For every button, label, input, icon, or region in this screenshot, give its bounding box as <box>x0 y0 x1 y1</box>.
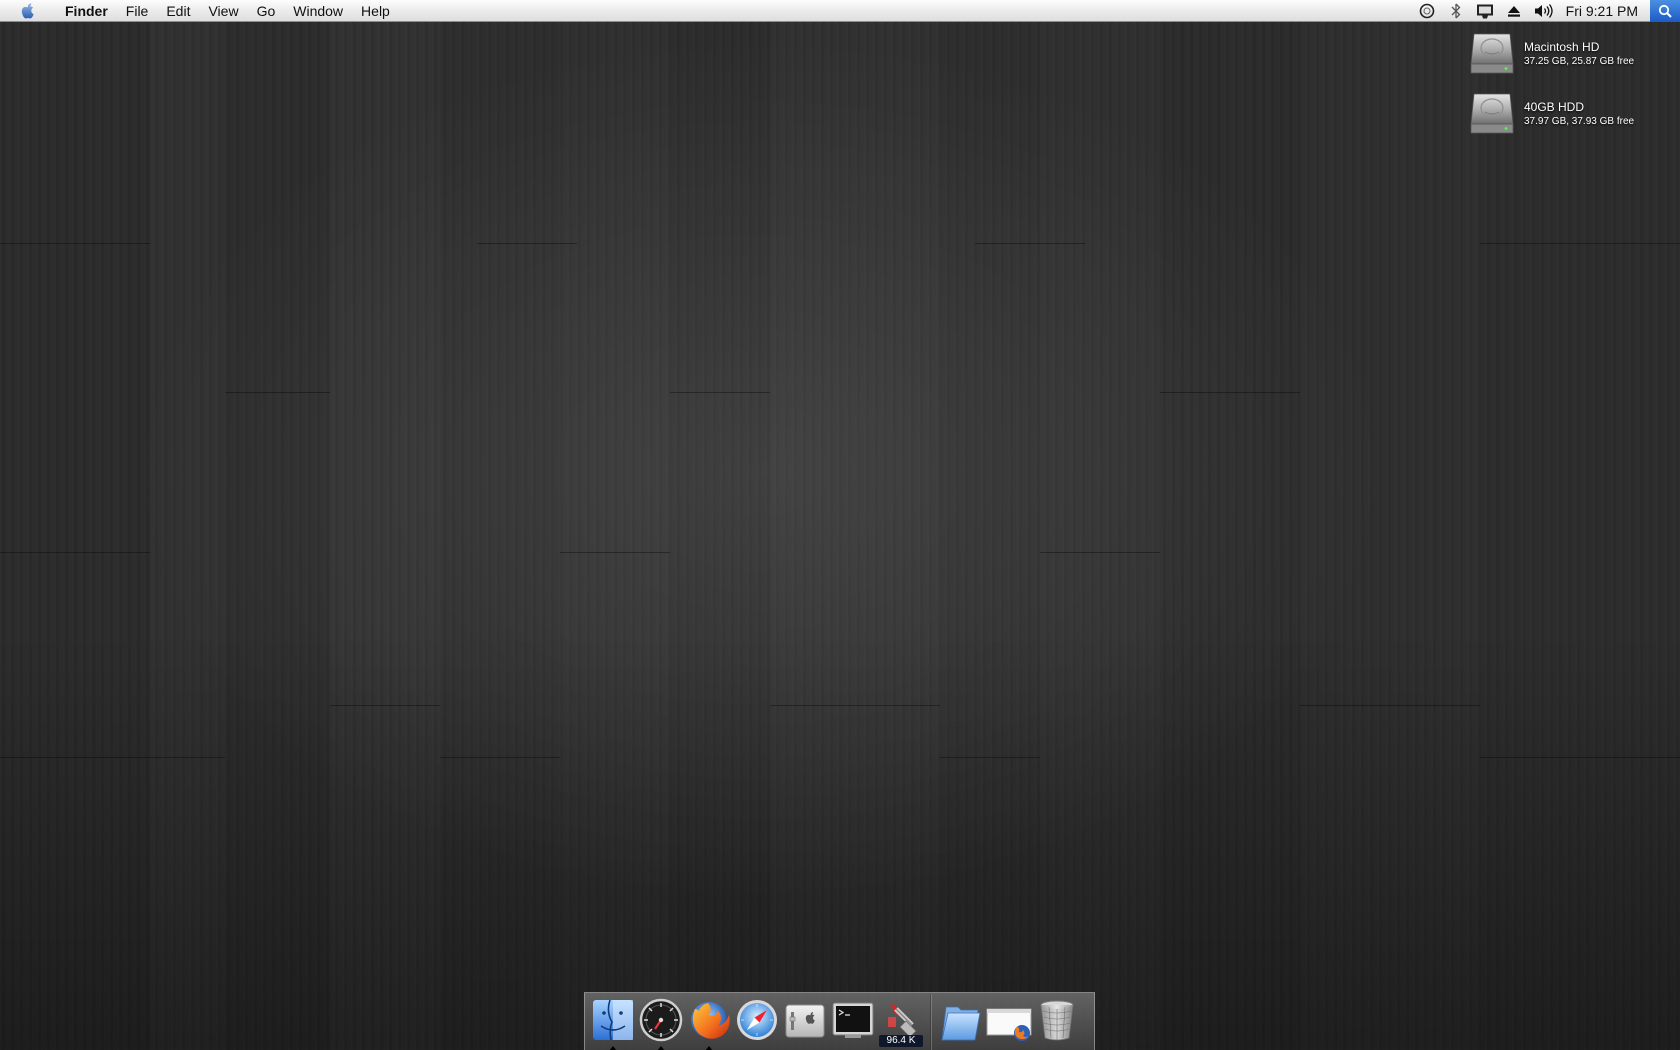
wallpaper-seam <box>0 243 150 244</box>
wallpaper-seam <box>670 392 770 393</box>
dashboard-icon <box>639 998 683 1041</box>
bluetooth-icon[interactable] <box>1442 0 1471 22</box>
wallpaper-seam <box>770 705 940 706</box>
running-indicator <box>705 1045 713 1050</box>
wallpaper-seam <box>477 243 577 244</box>
activity-monitor-badge: 96.4 K <box>879 1034 923 1047</box>
menu-file[interactable]: File <box>117 0 158 22</box>
wallpaper-seam <box>1480 757 1680 758</box>
menu-edit[interactable]: Edit <box>157 0 199 22</box>
wallpaper-seam <box>330 705 440 706</box>
running-indicator <box>609 1045 617 1050</box>
dock-dashboard[interactable] <box>637 995 685 1050</box>
wallpaper-seam <box>0 552 150 553</box>
menu-extras: Fri 9:21 PM <box>1413 0 1680 22</box>
trash-icon <box>1040 1000 1074 1040</box>
desktop-drive-macintosh-hd[interactable]: Macintosh HD 37.25 GB, 25.87 GB free <box>1468 31 1634 77</box>
menu-clock[interactable]: Fri 9:21 PM <box>1558 3 1650 19</box>
downloads-window-icon <box>986 1008 1032 1041</box>
drive-name: Macintosh HD <box>1524 40 1600 54</box>
dock-firefox[interactable] <box>685 995 733 1050</box>
hard-drive-icon[interactable] <box>1468 91 1516 137</box>
dock-activity-monitor[interactable]: 96.4 K <box>877 995 925 1049</box>
dock: 96.4 K <box>584 992 1095 1050</box>
system-preferences-icon <box>785 1004 825 1037</box>
dock-finder[interactable] <box>589 995 637 1050</box>
menu-bar: Finder File Edit View Go Window Help Fri… <box>0 0 1680 22</box>
terminal-icon <box>832 1002 874 1038</box>
sync-icon[interactable] <box>1413 0 1442 22</box>
dock-separator <box>930 993 932 1050</box>
hard-drive-icon[interactable] <box>1468 31 1516 77</box>
dock-safari[interactable] <box>733 995 781 1049</box>
folder-icon <box>941 1006 981 1040</box>
dock-trash[interactable] <box>1033 995 1081 1049</box>
dock-downloads-window[interactable] <box>985 995 1033 1049</box>
drive-name: 40GB HDD <box>1524 100 1585 114</box>
safari-icon <box>737 999 777 1040</box>
dock-applications-folder[interactable] <box>937 995 985 1049</box>
running-indicator <box>657 1045 665 1050</box>
menu-help[interactable]: Help <box>352 0 399 22</box>
dock-terminal[interactable] <box>829 995 877 1049</box>
wallpaper-seam <box>225 392 330 393</box>
display-icon[interactable] <box>1471 0 1500 22</box>
wallpaper-seam <box>975 243 1085 244</box>
volume-icon[interactable] <box>1529 0 1558 22</box>
drive-info: 37.25 GB, 25.87 GB free <box>1524 56 1635 67</box>
menu-app-name[interactable]: Finder <box>56 0 117 22</box>
wallpaper-seam <box>1040 552 1160 553</box>
menu-view[interactable]: View <box>199 0 247 22</box>
menu-go[interactable]: Go <box>248 0 285 22</box>
finder-icon <box>593 999 633 1040</box>
drive-info: 37.97 GB, 37.93 GB free <box>1524 116 1635 127</box>
wallpaper-seam <box>0 757 225 758</box>
apple-logo-icon[interactable] <box>0 0 56 22</box>
firefox-icon <box>691 1001 730 1039</box>
menu-window[interactable]: Window <box>284 0 352 22</box>
wallpaper-seam <box>1480 243 1680 244</box>
eject-icon[interactable] <box>1500 0 1529 22</box>
desktop-drive-40gb-hdd[interactable]: 40GB HDD 37.97 GB, 37.93 GB free <box>1468 91 1634 137</box>
wallpaper-seam <box>1160 392 1300 393</box>
wallpaper-seam <box>1300 705 1480 706</box>
wallpaper-seam <box>440 757 560 758</box>
wallpaper-seam <box>940 757 1040 758</box>
dock-system-preferences[interactable] <box>781 995 829 1049</box>
spotlight-icon[interactable] <box>1650 0 1680 22</box>
wallpaper-seam <box>560 552 670 553</box>
